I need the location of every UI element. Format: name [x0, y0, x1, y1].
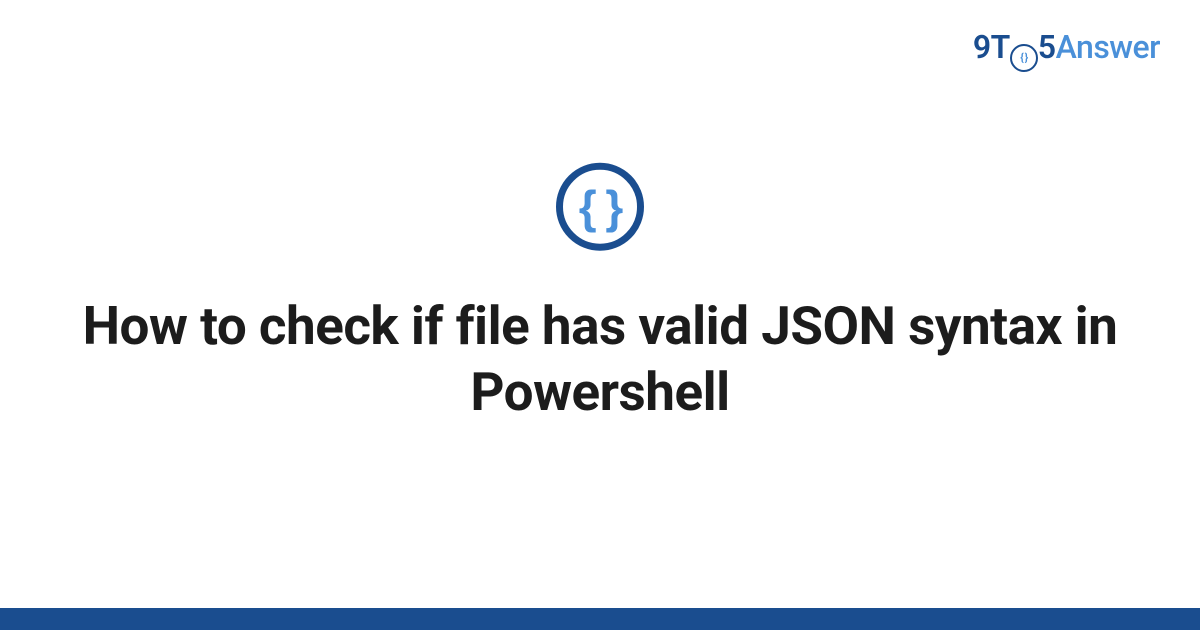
logo-text-9t: 9T: [973, 28, 1010, 66]
page-title: How to check if file has valid JSON synt…: [60, 293, 1140, 426]
logo-text-5: 5: [1038, 28, 1056, 66]
json-braces-icon: { }: [556, 163, 644, 251]
logo-o-icon: [1010, 44, 1038, 72]
logo-text-answer: Answer: [1056, 28, 1160, 66]
site-logo: 9T 5Answer: [973, 28, 1160, 72]
footer-bar: [0, 608, 1200, 630]
braces-glyph: { }: [579, 184, 622, 230]
main-content: { } How to check if file has valid JSON …: [0, 163, 1200, 426]
